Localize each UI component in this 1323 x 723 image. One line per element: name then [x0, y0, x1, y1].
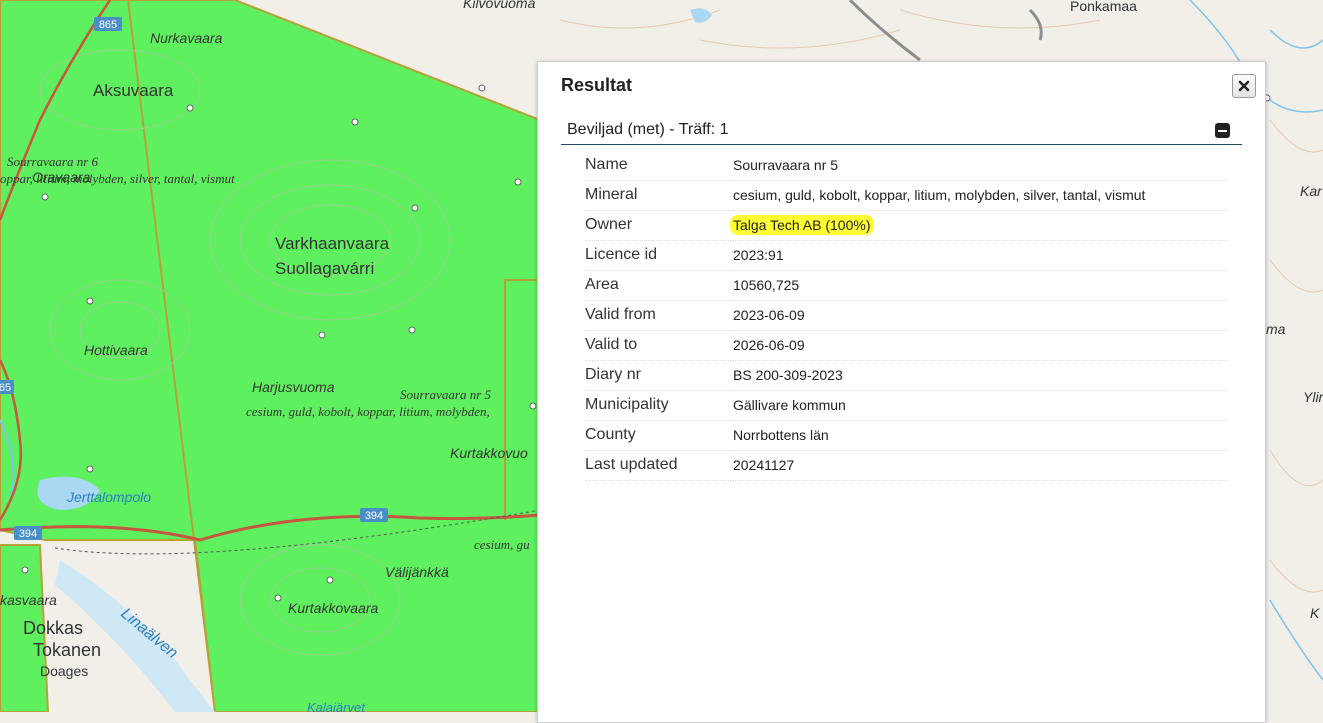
claim-label-name: Sourravaara nr 6 — [7, 154, 99, 169]
place-label: Kilvovuoma — [463, 0, 536, 11]
result-details-table: Name Sourravaara nr 5 Mineral cesium, guld… — [585, 150, 1228, 481]
place-label: Välijänkkä — [385, 564, 449, 580]
field-value: cesium, guld, kobolt, koppar, litium, mo… — [733, 180, 1228, 211]
place-label: Kurtakkovaara — [288, 600, 378, 616]
close-icon — [1238, 80, 1250, 92]
field-label: Name — [585, 150, 733, 181]
table-row: Valid from 2023-06-09 — [585, 300, 1228, 331]
table-row: County Norrbottens län — [585, 420, 1228, 451]
place-label: Varkhaanvaara — [275, 234, 390, 253]
place-label: Nurkavaara — [150, 30, 223, 46]
field-value: BS 200-309-2023 — [733, 360, 1228, 391]
collapse-button[interactable] — [1215, 123, 1230, 138]
field-label: Owner — [585, 210, 733, 241]
table-row: Mineral cesium, guld, kobolt, koppar, lit… — [585, 180, 1228, 211]
panel-title: Resultat — [561, 75, 633, 95]
field-value: 2026-06-09 — [733, 330, 1228, 361]
field-label: Valid from — [585, 300, 733, 331]
svg-text:865: 865 — [99, 19, 117, 31]
place-label: Kalajärvet — [307, 700, 366, 712]
table-row: Municipality Gällivare kommun — [585, 390, 1228, 421]
place-label: kasvaara — [0, 592, 57, 608]
place-label: Hottivaara — [84, 342, 148, 358]
road-shield-865: 865 — [94, 17, 122, 31]
table-row: Licence id 2023:91 — [585, 240, 1228, 271]
place-label: Kar — [1300, 183, 1323, 199]
place-label: Aksuvaara — [93, 81, 174, 100]
table-row: Diary nr BS 200-309-2023 — [585, 360, 1228, 391]
field-value: Sourravaara nr 5 — [733, 150, 1228, 181]
field-label: Licence id — [585, 240, 733, 271]
claim-label-minerals: cesium, gu — [474, 537, 530, 552]
claim-label-minerals: cesium, guld, kobolt, koppar, litium, mo… — [246, 404, 490, 419]
svg-text:394: 394 — [19, 528, 37, 540]
svg-text:65: 65 — [0, 382, 11, 394]
place-label: ma — [1266, 321, 1286, 337]
close-button[interactable] — [1232, 74, 1256, 98]
field-value: Gällivare kommun — [733, 390, 1228, 421]
minus-icon — [1218, 129, 1227, 132]
field-label: Last updated — [585, 450, 733, 481]
field-label: Valid to — [585, 330, 733, 361]
svg-text:394: 394 — [365, 510, 383, 522]
field-value: 2023-06-09 — [733, 300, 1228, 331]
field-label: Diary nr — [585, 360, 733, 391]
table-row: Owner Talga Tech AB (100%) — [585, 210, 1228, 241]
field-label: County — [585, 420, 733, 451]
place-label: Doages — [40, 663, 88, 679]
field-label: Mineral — [585, 180, 733, 211]
field-label: Area — [585, 270, 733, 301]
highlighted-owner-value: Talga Tech AB (100%) — [730, 215, 874, 235]
road-shield-394-west: 394 — [14, 526, 42, 540]
field-value: Norrbottens län — [733, 420, 1228, 451]
road-shield-65: 65 — [0, 380, 14, 394]
table-row: Name Sourravaara nr 5 — [585, 150, 1228, 181]
table-row: Area 10560,725 — [585, 270, 1228, 301]
place-label: Harjusvuoma — [252, 379, 335, 395]
place-label: Ponkamaa — [1070, 0, 1137, 14]
place-label: K — [1310, 605, 1320, 621]
road-shield-394: 394 — [360, 508, 388, 522]
place-label: Ylir — [1303, 389, 1323, 405]
result-panel: Resultat Beviljad (met) - Träff: 1 Name S… — [537, 61, 1266, 723]
place-label: Tokanen — [33, 640, 101, 660]
result-group-header[interactable]: Beviljad (met) - Träff: 1 — [561, 116, 1242, 145]
result-group-title: Beviljad (met) - Träff: 1 — [567, 121, 729, 138]
field-value: 20241127 — [733, 450, 1228, 481]
place-label: Dokkas — [23, 618, 83, 638]
table-row: Last updated 20241127 — [585, 450, 1228, 481]
claim-label-minerals: oppar, litium, molybden, silver, tantal,… — [0, 171, 235, 186]
place-label: Jerttalompolo — [66, 489, 151, 505]
table-row: Valid to 2026-06-09 — [585, 330, 1228, 361]
place-label: Suollagavárri — [275, 259, 374, 278]
place-label: Kurtakkovuo — [450, 445, 528, 461]
field-value: 10560,725 — [733, 270, 1228, 301]
claim-label-name: Sourravaara nr 5 — [400, 387, 492, 402]
field-value: 2023:91 — [733, 240, 1228, 271]
field-label: Municipality — [585, 390, 733, 421]
